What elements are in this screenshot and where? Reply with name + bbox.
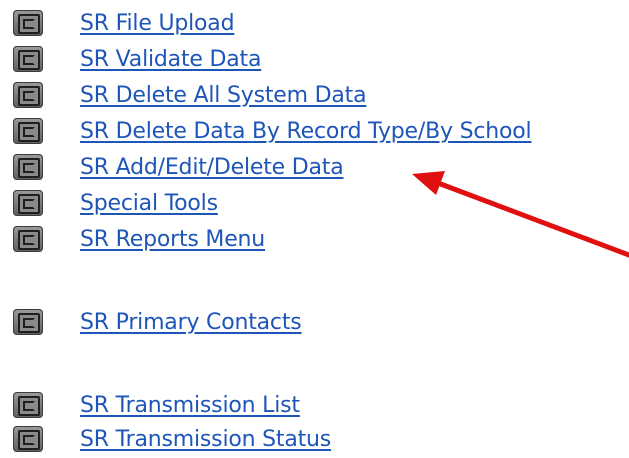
menu-item-primary-contacts[interactable]: SR Primary Contacts <box>0 306 629 340</box>
menu-item-transmission-status[interactable]: SR Transmission Status <box>0 423 629 457</box>
menu-bullet-icon <box>13 154 43 180</box>
transmission-status-link[interactable]: SR Transmission Status <box>80 427 331 453</box>
menu-bullet-icon <box>13 226 43 252</box>
menu-bullet-icon <box>13 10 43 36</box>
menu-bullet-icon <box>13 190 43 216</box>
menu-item-add-edit-delete[interactable]: SR Add/Edit/Delete Data <box>0 151 629 185</box>
menu-item-transmission-list[interactable]: SR Transmission List <box>0 389 629 423</box>
menu-item-delete-by-type[interactable]: SR Delete Data By Record Type/By School <box>0 115 629 149</box>
transmission-list-link[interactable]: SR Transmission List <box>80 393 300 419</box>
delete-by-type-link[interactable]: SR Delete Data By Record Type/By School <box>80 119 532 145</box>
menu-bullet-icon <box>13 46 43 72</box>
menu-item-reports[interactable]: SR Reports Menu <box>0 223 629 257</box>
menu-bullet-icon <box>13 82 43 108</box>
add-edit-delete-link[interactable]: SR Add/Edit/Delete Data <box>80 155 344 181</box>
menu-bullet-icon <box>13 426 43 452</box>
menu-bullet-icon <box>13 392 43 418</box>
menu-item-validate-data[interactable]: SR Validate Data <box>0 43 629 77</box>
primary-contacts-link[interactable]: SR Primary Contacts <box>80 310 302 336</box>
sr-menu: SR File Upload SR Validate Data SR Delet… <box>0 0 629 458</box>
menu-item-file-upload[interactable]: SR File Upload <box>0 7 629 41</box>
file-upload-link[interactable]: SR File Upload <box>80 11 235 37</box>
menu-bullet-icon <box>13 309 43 335</box>
validate-data-link[interactable]: SR Validate Data <box>80 47 261 73</box>
menu-bullet-icon <box>13 118 43 144</box>
menu-item-special-tools[interactable]: Special Tools <box>0 187 629 221</box>
special-tools-link[interactable]: Special Tools <box>80 191 218 217</box>
menu-item-delete-all[interactable]: SR Delete All System Data <box>0 79 629 113</box>
reports-menu-link[interactable]: SR Reports Menu <box>80 227 265 253</box>
delete-all-link[interactable]: SR Delete All System Data <box>80 83 367 109</box>
